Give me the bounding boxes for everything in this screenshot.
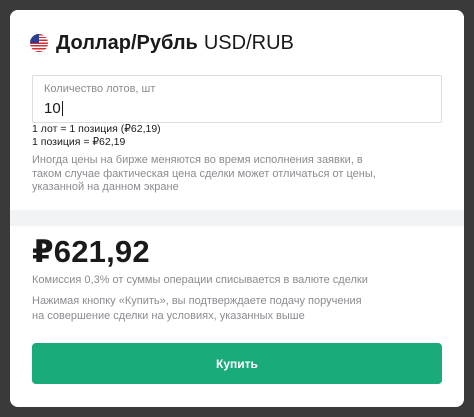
flag-canton <box>30 34 39 43</box>
lots-quantity-label: Количество лотов, шт <box>44 83 156 95</box>
price-change-note: Иногда цены на бирже меняются во время и… <box>32 154 376 193</box>
instrument-ticker: USD/RUB <box>203 31 294 54</box>
lot-info-line-1: 1 лот = 1 позиция (₽62,19) <box>32 123 161 135</box>
instrument-header: Доллар/Рубль USD/RUB <box>30 30 294 56</box>
lots-quantity-text: 10 <box>44 100 61 117</box>
lots-quantity-value[interactable]: 10 <box>44 100 63 117</box>
total-amount: ₽621,92 <box>32 234 150 269</box>
lot-info-line-2: 1 позиция = ₽62,19 <box>32 135 126 148</box>
buy-order-dialog: Доллар/Рубль USD/RUB Количество лотов, ш… <box>10 10 464 407</box>
text-caret <box>61 101 63 116</box>
section-divider <box>10 210 464 226</box>
order-form-section: Доллар/Рубль USD/RUB Количество лотов, ш… <box>10 10 464 210</box>
instrument-title: Доллар/Рубль <box>56 31 198 54</box>
us-flag-icon <box>30 34 48 52</box>
agreement-note: Нажимая кнопку «Купить», вы подтверждает… <box>32 295 362 322</box>
commission-note: Комиссия 0,3% от суммы операции списывае… <box>32 274 368 286</box>
lots-quantity-input[interactable]: Количество лотов, шт 10 <box>32 75 442 123</box>
buy-button[interactable]: Купить <box>32 343 442 384</box>
lot-info: 1 лот = 1 позиция (₽62,19) 1 позиция = ₽… <box>32 123 161 148</box>
